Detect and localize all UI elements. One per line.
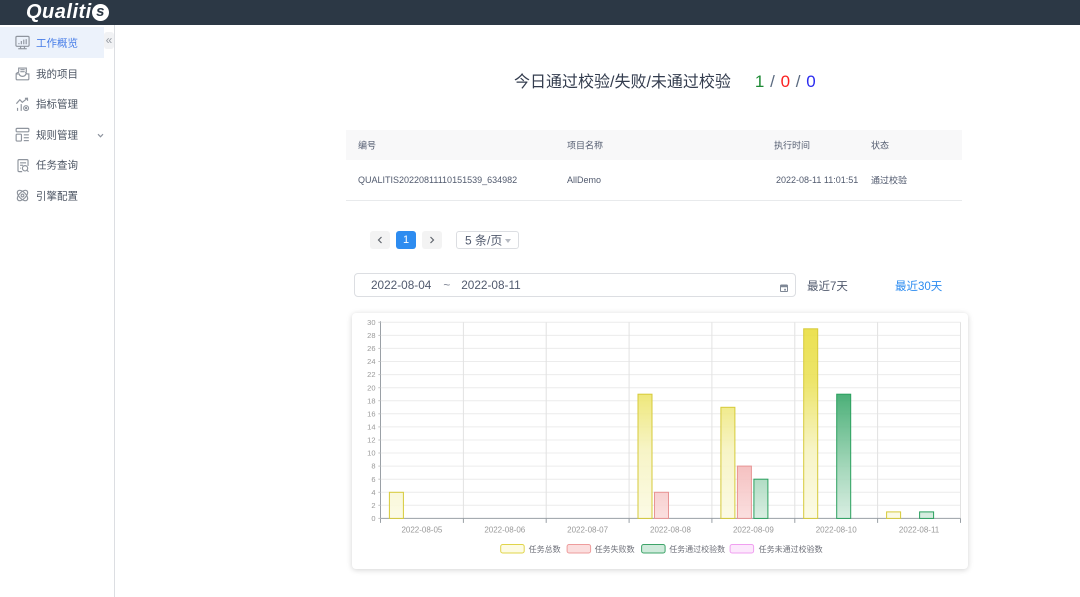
- svg-text:任务通过校验数: 任务通过校验数: [669, 544, 725, 554]
- svg-text:18: 18: [367, 396, 375, 405]
- svg-text:2022-08-07: 2022-08-07: [567, 526, 608, 535]
- svg-text:30: 30: [367, 318, 375, 327]
- svg-text:16: 16: [367, 409, 375, 418]
- svg-text:2022-08-06: 2022-08-06: [484, 526, 525, 535]
- svg-text:28: 28: [367, 331, 375, 340]
- svg-text:26: 26: [367, 344, 375, 353]
- svg-text:22: 22: [367, 370, 375, 379]
- svg-text:24: 24: [367, 357, 375, 366]
- svg-text:4: 4: [371, 488, 375, 497]
- svg-text:任务总数: 任务总数: [529, 544, 561, 554]
- svg-text:任务未通过校验数: 任务未通过校验数: [759, 544, 823, 554]
- svg-text:2: 2: [371, 501, 375, 510]
- svg-text:6: 6: [371, 475, 375, 484]
- svg-text:12: 12: [367, 436, 375, 445]
- svg-text:0: 0: [371, 514, 375, 523]
- svg-text:20: 20: [367, 383, 375, 392]
- svg-text:任务失败数: 任务失败数: [595, 544, 635, 554]
- svg-text:2022-08-05: 2022-08-05: [401, 526, 442, 535]
- svg-text:2022-08-10: 2022-08-10: [816, 526, 857, 535]
- svg-text:2022-08-08: 2022-08-08: [650, 526, 691, 535]
- svg-text:2022-08-09: 2022-08-09: [733, 526, 774, 535]
- svg-text:8: 8: [371, 462, 375, 471]
- svg-text:10: 10: [367, 449, 375, 458]
- svg-text:14: 14: [367, 423, 375, 432]
- svg-text:2022-08-11: 2022-08-11: [899, 526, 940, 535]
